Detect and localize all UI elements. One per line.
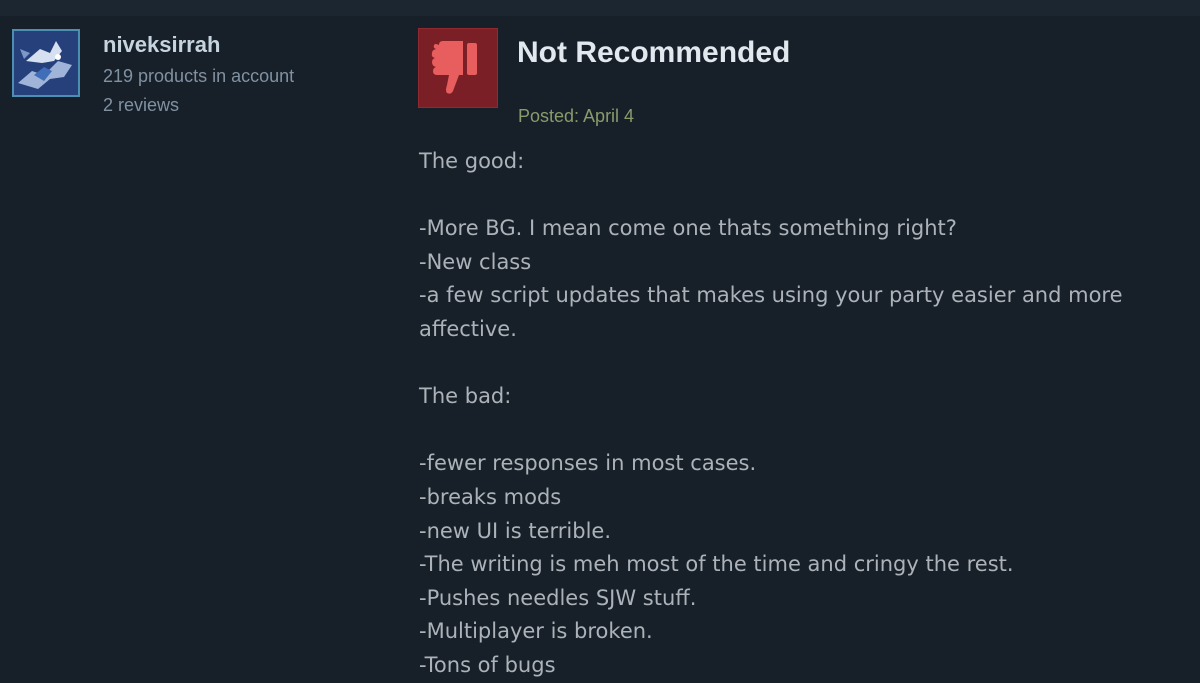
review-line: -Pushes needles SJW stuff.	[419, 585, 697, 610]
review-line	[419, 414, 1189, 448]
review-line: -a few script updates that makes using y…	[419, 283, 1123, 341]
posted-date: Posted: April 4	[518, 106, 635, 126]
review-line: -fewer responses in most cases.	[419, 451, 757, 476]
review-line: -The writing is meh most of the time and…	[419, 552, 1014, 577]
author-reviews-count[interactable]: 2 reviews	[103, 95, 179, 116]
avatar[interactable]	[12, 29, 80, 97]
review-line	[419, 347, 1189, 381]
review-line: -Tons of bugs	[419, 652, 556, 677]
verdict-title: Not Recommended	[517, 36, 791, 69]
review-line: -new UI is terrible.	[419, 518, 611, 543]
review-body: The good: -More BG. I mean come one that…	[419, 145, 1189, 683]
review-line: -More BG. I mean come one thats somethin…	[419, 216, 957, 241]
review-line	[419, 179, 1189, 213]
review-line: -breaks mods	[419, 484, 562, 509]
thumbs-down-icon	[418, 28, 498, 108]
author-name[interactable]: niveksirrah	[103, 32, 220, 58]
review-line: -New class	[419, 249, 532, 274]
review-line: -Multiplayer is broken.	[419, 619, 653, 644]
review-line: The good:	[419, 149, 525, 173]
top-strip	[0, 0, 1200, 16]
author-products-count[interactable]: 219 products in account	[103, 66, 294, 87]
review-line: The bad:	[419, 384, 512, 409]
